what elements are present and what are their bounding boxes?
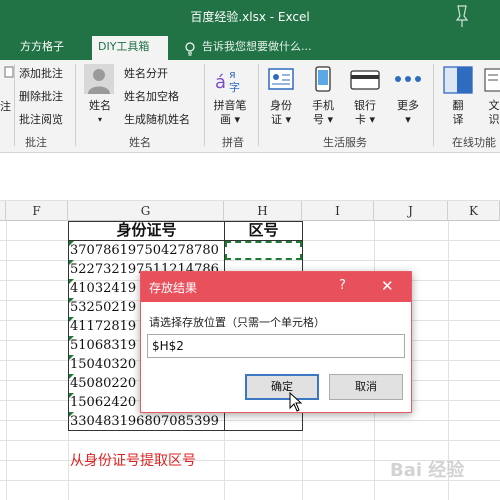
table-row[interactable]: 41032419 xyxy=(70,279,140,298)
translate-line1: 翻 xyxy=(452,99,464,112)
watermark: Bai 经验 xyxy=(390,460,465,481)
id-card-icon xyxy=(268,68,294,90)
mobile-phone-icon xyxy=(315,66,331,92)
person-icon xyxy=(84,64,114,94)
dialog-title: 存放结果 xyxy=(149,281,198,295)
table-row[interactable]: 45080220 xyxy=(70,374,140,393)
group-label-pinyin: 拼音 xyxy=(222,136,244,149)
mobile-number-button[interactable]: 手机 号 ▾ xyxy=(308,99,338,127)
translate-button[interactable]: 翻 译 xyxy=(444,99,472,127)
pinyin-stroke-line1: 拼音笔 xyxy=(213,99,247,112)
selected-cell-h2[interactable] xyxy=(225,241,302,260)
ok-button[interactable]: 确定 xyxy=(245,374,319,400)
ribbon-tab-row: 方方格子 DIY工具箱 告诉我您想要做什么... xyxy=(0,32,500,60)
lightbulb-icon xyxy=(185,42,195,56)
bank-card-icon xyxy=(350,70,380,90)
column-header-h[interactable]: H xyxy=(224,201,302,221)
cancel-button[interactable]: 取消 xyxy=(329,374,403,400)
mobile-line1: 手机 xyxy=(312,99,334,112)
name-button[interactable]: 姓名 xyxy=(84,99,116,113)
tab-fangfang[interactable]: 方方格子 xyxy=(14,36,70,60)
bank-card-button[interactable]: 银行 卡 ▾ xyxy=(350,99,380,127)
translate-line2: 译 xyxy=(452,113,464,126)
mouse-cursor-icon xyxy=(289,392,303,412)
header-cell-area-code[interactable]: 区号 xyxy=(225,221,302,240)
partial-ribbon-label[interactable]: 注 xyxy=(0,98,11,116)
pin-icon xyxy=(455,5,469,27)
bank-card-line2: 卡 xyxy=(354,113,366,126)
help-icon[interactable]: ? xyxy=(339,278,346,293)
instruction-caption: 从身份证号提取区号 xyxy=(70,453,196,469)
cell-reference-input[interactable] xyxy=(147,334,405,358)
svg-text:á: á xyxy=(215,72,226,93)
group-label-names: 姓名 xyxy=(129,136,151,149)
id-card-line2: 证 xyxy=(270,113,282,126)
id-card-line1: 身份 xyxy=(270,99,292,112)
svg-text:я: я xyxy=(229,68,236,81)
ribbon: 注 添加批注 删除批注 批注阅览 批注 姓名 ▾ 姓名分开 姓名加空格 生成随机… xyxy=(0,60,500,153)
random-name-button[interactable]: 生成随机姓名 xyxy=(124,111,190,129)
group-label-online: 在线功能 xyxy=(452,136,496,149)
save-result-dialog: 存放结果 ? ✕ 请选择存放位置（只需一个单元格） 确定 取消 xyxy=(140,271,412,413)
translate-icon xyxy=(443,66,473,94)
column-header-f[interactable]: F xyxy=(6,201,68,221)
table-row[interactable]: 330483196807085399 xyxy=(70,412,223,431)
header-cell-id-number[interactable]: 身份证号 xyxy=(69,221,224,240)
pinyin-icon: á я 字 xyxy=(215,68,240,94)
group-separator xyxy=(258,64,259,146)
window-title: 百度经验.xlsx - Excel xyxy=(190,10,310,24)
table-row[interactable]: 41172819 xyxy=(70,317,140,336)
text-recognition-icon xyxy=(484,68,500,92)
browse-comments-button[interactable]: 批注阅览 xyxy=(19,111,63,129)
close-icon[interactable]: ✕ xyxy=(381,277,394,295)
tab-diy-toolbox[interactable]: DIY工具箱 xyxy=(92,36,168,60)
add-comment-button[interactable]: 添加批注 xyxy=(19,65,63,83)
mobile-line2: 号 xyxy=(312,113,324,126)
id-card-button[interactable]: 身份 证 ▾ xyxy=(266,99,296,127)
table-row[interactable]: 15040320 xyxy=(70,355,140,374)
group-separator xyxy=(75,64,76,146)
group-label-life-services: 生活服务 xyxy=(323,136,367,149)
delete-comment-button[interactable]: 删除批注 xyxy=(19,88,63,106)
bank-card-line1: 银行 xyxy=(354,99,376,112)
table-row[interactable]: 370786197504278780 xyxy=(70,241,223,260)
text-recognition-button[interactable]: 文 识 xyxy=(484,99,500,127)
more-line1: 更多 xyxy=(397,99,419,112)
table-row[interactable]: 15062420 xyxy=(70,393,140,412)
more-button[interactable]: 更多 ▾ xyxy=(392,99,424,127)
split-name-button[interactable]: 姓名分开 xyxy=(124,65,168,83)
name-add-space-button[interactable]: 姓名加空格 xyxy=(124,88,179,106)
column-header-j[interactable]: J xyxy=(374,201,448,221)
pinyin-stroke-button[interactable]: 拼音笔 画 ▾ xyxy=(210,99,250,127)
text-recognition-line1: 文 xyxy=(488,99,500,112)
group-label-comments: 批注 xyxy=(25,136,47,149)
formula-area xyxy=(0,153,500,201)
column-header-g[interactable]: G xyxy=(68,201,224,221)
dialog-prompt: 请选择存放位置（只需一个单元格） xyxy=(149,316,325,329)
tell-me-search[interactable]: 告诉我您想要做什么... xyxy=(196,36,318,60)
more-dots-icon xyxy=(395,76,421,82)
column-header-k[interactable]: K xyxy=(448,201,500,221)
table-row[interactable]: 53250219 xyxy=(70,298,140,317)
column-header-i[interactable]: I xyxy=(302,201,374,221)
dialog-title-bar[interactable]: 存放结果 ? ✕ xyxy=(141,272,411,302)
chevron-down-icon: ▾ xyxy=(97,115,102,124)
table-row[interactable]: 51068319 xyxy=(70,336,140,355)
group-separator xyxy=(433,64,434,146)
title-bar: 百度经验.xlsx - Excel xyxy=(0,0,500,32)
column-header-row: F G H I J K xyxy=(0,201,500,221)
pinyin-stroke-line2: 画 xyxy=(219,113,231,126)
text-recognition-line2: 识 xyxy=(488,113,500,126)
add-comment-icon xyxy=(4,66,14,78)
group-separator xyxy=(204,64,205,146)
svg-text:字: 字 xyxy=(229,80,240,94)
